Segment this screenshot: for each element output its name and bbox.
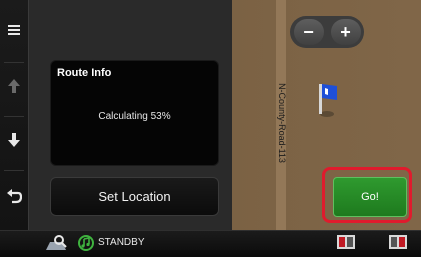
menu-button[interactable]	[0, 10, 28, 54]
destination-flag-icon	[315, 80, 341, 118]
route-info-panel: Route Info Calculating 53%	[50, 60, 219, 166]
back-icon	[6, 188, 23, 209]
sidebar	[0, 0, 29, 230]
arrow-down-icon	[7, 132, 21, 153]
status-bar: STANDBY	[0, 230, 421, 255]
scroll-up-button[interactable]	[0, 66, 28, 110]
zoom-in-button[interactable]: +	[330, 19, 361, 45]
route-info-title: Route Info	[57, 67, 112, 79]
split-screen-button[interactable]	[336, 234, 356, 255]
navigation-screen: N-County-Road-113 − + Route Info Calcula…	[0, 0, 421, 255]
go-button[interactable]: Go!	[333, 177, 407, 217]
back-button[interactable]	[0, 176, 28, 220]
route-calculation-status: Calculating 53%	[98, 111, 171, 122]
zoom-out-button[interactable]: −	[293, 19, 324, 45]
arrow-up-icon	[7, 78, 21, 99]
scroll-down-button[interactable]	[0, 120, 28, 164]
menu-icon	[7, 23, 21, 42]
set-location-button[interactable]: Set Location	[50, 177, 219, 216]
road-label: N-County-Road-113	[277, 83, 287, 163]
zoom-controls: − +	[290, 16, 364, 48]
full-screen-button[interactable]	[388, 234, 408, 255]
full-screen-icon	[388, 234, 408, 255]
split-screen-icon	[336, 234, 356, 255]
audio-source-label: STANDBY	[98, 237, 145, 248]
